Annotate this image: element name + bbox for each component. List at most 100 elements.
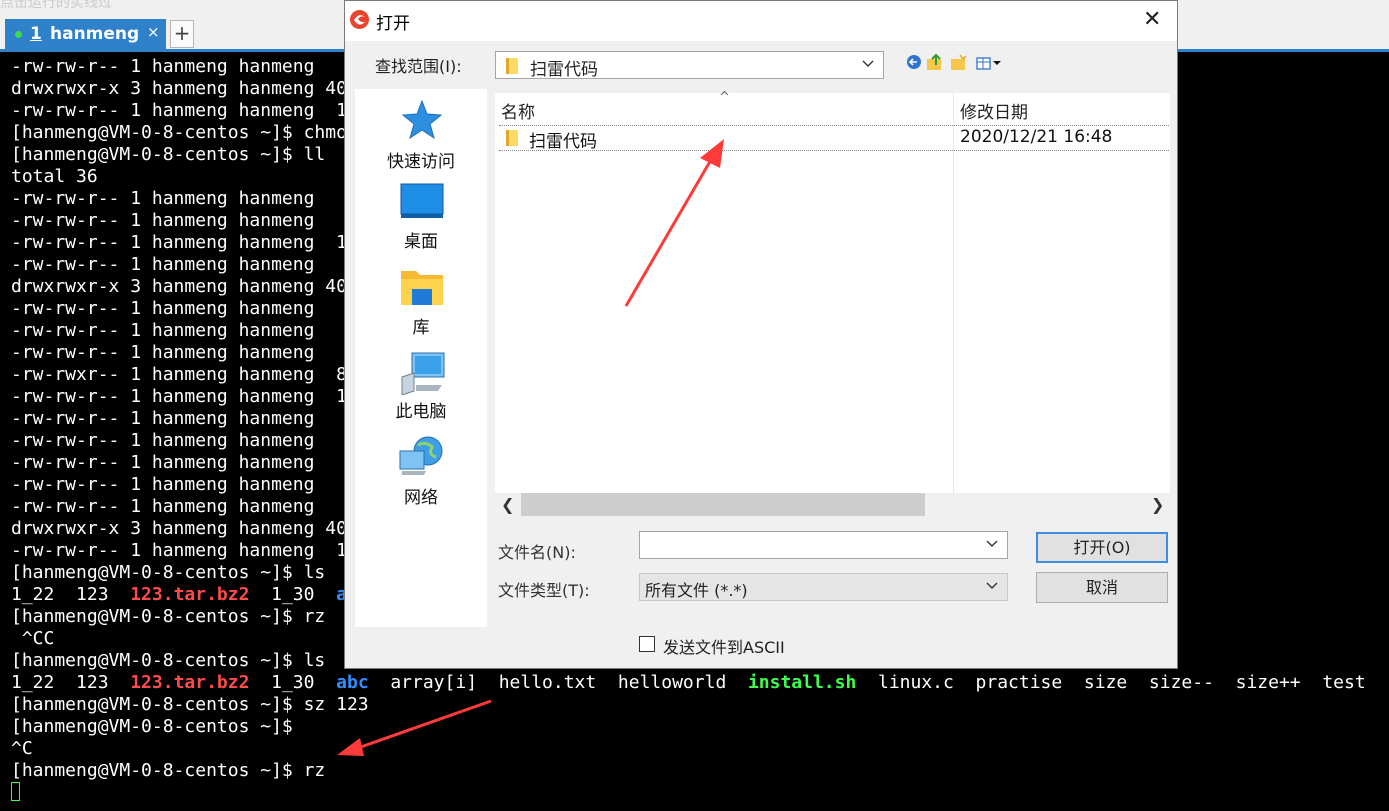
terminal-text: drwxrwxr-x 3 hanmeng hanmeng 40 [11, 518, 347, 539]
terminal-text: -rw-rw-r-- 1 hanmeng hanmeng [11, 408, 315, 429]
filename-combobox[interactable] [639, 531, 1008, 559]
terminal-text: -rw-rw-r-- 1 hanmeng hanmeng [11, 452, 315, 473]
terminal-line: -rw-rw-r-- 1 hanmeng hanmeng [11, 320, 314, 342]
terminal-line: -rw-rw-r-- 1 hanmeng hanmeng 1 [11, 386, 347, 408]
terminal-text: 1_30 [249, 584, 337, 605]
terminal-line: -rw-rw-r-- 1 hanmeng hanmeng [11, 474, 314, 496]
terminal-text: [hanmeng@VM-0-8-centos ~]$ chmo [11, 122, 347, 143]
filetype-dropdown[interactable]: 所有文件 (*.*) [639, 573, 1008, 601]
terminal-line: -rw-rw-r-- 1 hanmeng hanmeng [11, 56, 314, 78]
terminal-line: drwxrwxr-x 3 hanmeng hanmeng 40 [11, 78, 347, 100]
terminal-text: -rw-rw-r-- 1 hanmeng hanmeng [11, 298, 315, 319]
open-file-dialog: 打开 ✕ 查找范围(I): 扫雷代码 快速访问 桌面 库 此电脑 网络 ^ 名称… [344, 0, 1178, 669]
place-label: 快速访问 [387, 152, 455, 172]
new-folder-icon[interactable] [951, 54, 967, 70]
open-button[interactable]: 打开(O) [1036, 532, 1168, 563]
terminal-line: -rw-rw-r-- 1 hanmeng hanmeng [11, 496, 314, 518]
terminal-text: [hanmeng@VM-0-8-centos ~]$ ls [11, 562, 326, 583]
terminal-text: -rw-rw-r-- 1 hanmeng hanmeng [11, 430, 315, 451]
terminal-text: [hanmeng@VM-0-8-centos ~]$ rz [11, 606, 326, 627]
terminal-text: -rw-rw-r-- 1 hanmeng hanmeng 1 [11, 540, 347, 561]
terminal-text: array[i] hello.txt helloworld [368, 672, 748, 693]
terminal-line: 1_22 123 123.tar.bz2 1_30 abc array[i] h… [11, 672, 1366, 694]
terminal-text: -rw-rw-r-- 1 hanmeng hanmeng 1 [11, 100, 347, 121]
terminal-text: -rw-rw-r-- 1 hanmeng hanmeng [11, 254, 315, 275]
look-in-dropdown[interactable]: 扫雷代码 [495, 51, 884, 80]
terminal-text: linux.c practise size size-- size++ test [856, 672, 1366, 693]
filetype-value: 所有文件 (*.*) [645, 581, 748, 600]
terminal-text: [hanmeng@VM-0-8-centos ~]$ ls [11, 650, 326, 671]
file-date: 2020/12/21 16:48 [960, 127, 1113, 147]
dialog-title: 打开 [376, 14, 410, 34]
terminal-line: [hanmeng@VM-0-8-centos ~]$ chmo [11, 122, 347, 144]
terminal-line: [hanmeng@VM-0-8-centos ~]$ sz 123 [11, 694, 369, 716]
terminal-line: -rw-rw-r-- 1 hanmeng hanmeng 1 [11, 100, 347, 122]
back-icon[interactable] [907, 55, 921, 69]
column-header-date[interactable]: 修改日期 [960, 98, 1028, 123]
folder-icon [506, 58, 518, 74]
session-tab[interactable]: 1 hanmeng × [5, 19, 166, 49]
computer-icon [401, 352, 445, 395]
terminal-line: [hanmeng@VM-0-8-centos ~]$ ls [11, 650, 325, 672]
scroll-right-icon[interactable]: ❯ [1151, 495, 1164, 514]
terminal-text: 123.tar.bz2 [130, 672, 250, 693]
terminal-text: -rw-rw-r-- 1 hanmeng hanmeng [11, 56, 315, 77]
terminal-line: -rw-rw-r-- 1 hanmeng hanmeng [11, 210, 314, 232]
terminal-text: ^CC [11, 628, 55, 649]
column-header-name[interactable]: 名称 [501, 98, 535, 123]
terminal-text: drwxrwxr-x 3 hanmeng hanmeng 40 [11, 276, 347, 297]
terminal-text: [hanmeng@VM-0-8-centos ~]$ ll [11, 144, 326, 165]
view-menu-icon[interactable] [976, 57, 1001, 70]
place-quick-access[interactable]: 快速访问 [355, 95, 487, 175]
terminal-text: -rw-rw-r-- 1 hanmeng hanmeng [11, 496, 315, 517]
terminal-line: [hanmeng@VM-0-8-centos ~]$ rz [11, 606, 325, 628]
chevron-down-icon[interactable] [986, 538, 998, 550]
terminal-text: [hanmeng@VM-0-8-centos ~]$ rz [11, 760, 326, 781]
cancel-button[interactable]: 取消 [1036, 572, 1168, 603]
connected-status-icon [15, 31, 22, 38]
dialog-toolbar [907, 53, 1001, 70]
terminal-line: -rw-rw-r-- 1 hanmeng hanmeng [11, 452, 314, 474]
terminal-text: -rw-rw-r-- 1 hanmeng hanmeng [11, 474, 315, 495]
tab-label: hanmeng [50, 24, 140, 44]
tab-number: 1 [30, 24, 42, 44]
library-folder-icon [401, 271, 443, 305]
folder-icon [506, 130, 518, 146]
scrollbar-thumb[interactable] [521, 493, 925, 516]
file-row[interactable]: 扫雷代码 2020/12/21 16:48 [499, 125, 1169, 152]
places-bar: 快速访问 桌面 库 此电脑 网络 [355, 89, 487, 627]
terminal-text: -rw-rw-r-- 1 hanmeng hanmeng 1 [11, 232, 347, 253]
horizontal-scrollbar[interactable]: ❮ ❯ [495, 493, 1170, 516]
terminal-text: -rw-rw-r-- 1 hanmeng hanmeng [11, 320, 315, 341]
terminal-text: drwxrwxr-x 3 hanmeng hanmeng 40 [11, 78, 347, 99]
terminal-line: [hanmeng@VM-0-8-centos ~]$ rz [11, 760, 325, 782]
terminal-text: total 36 [11, 166, 98, 187]
dialog-titlebar[interactable]: 打开 ✕ [345, 1, 1177, 41]
app-logo-icon [350, 10, 369, 29]
place-this-pc[interactable]: 此电脑 [355, 349, 487, 429]
dialog-close-icon[interactable]: ✕ [1143, 7, 1161, 32]
scroll-left-icon[interactable]: ❮ [501, 495, 514, 514]
up-folder-icon[interactable] [927, 53, 941, 70]
desktop-icon [400, 183, 444, 218]
terminal-text: -rw-rw-r-- 1 hanmeng hanmeng [11, 210, 315, 231]
terminal-line: -rw-rw-r-- 1 hanmeng hanmeng [11, 408, 314, 430]
terminal-line: [hanmeng@VM-0-8-centos ~]$ [11, 716, 293, 738]
new-tab-button[interactable]: + [170, 20, 194, 48]
column-divider [953, 93, 954, 493]
close-tab-icon[interactable]: × [147, 23, 160, 41]
send-ascii-checkbox[interactable] [639, 636, 655, 652]
sort-ascending-icon: ^ [719, 90, 730, 105]
terminal-line: ^C [11, 738, 33, 760]
network-icon [399, 436, 443, 475]
place-label: 库 [412, 318, 430, 338]
look-in-label: 查找范围(I): [375, 57, 462, 76]
look-in-value: 扫雷代码 [530, 60, 598, 80]
place-desktop[interactable]: 桌面 [355, 181, 487, 261]
terminal-line: -rw-rw-r-- 1 hanmeng hanmeng [11, 254, 314, 276]
place-libraries[interactable]: 库 [355, 265, 487, 345]
file-list[interactable]: ^ 名称 修改日期 扫雷代码 2020/12/21 16:48 [495, 90, 1170, 493]
terminal-text: 1_22 123 [11, 584, 131, 605]
place-network[interactable]: 网络 [355, 435, 487, 515]
star-icon [401, 99, 443, 140]
